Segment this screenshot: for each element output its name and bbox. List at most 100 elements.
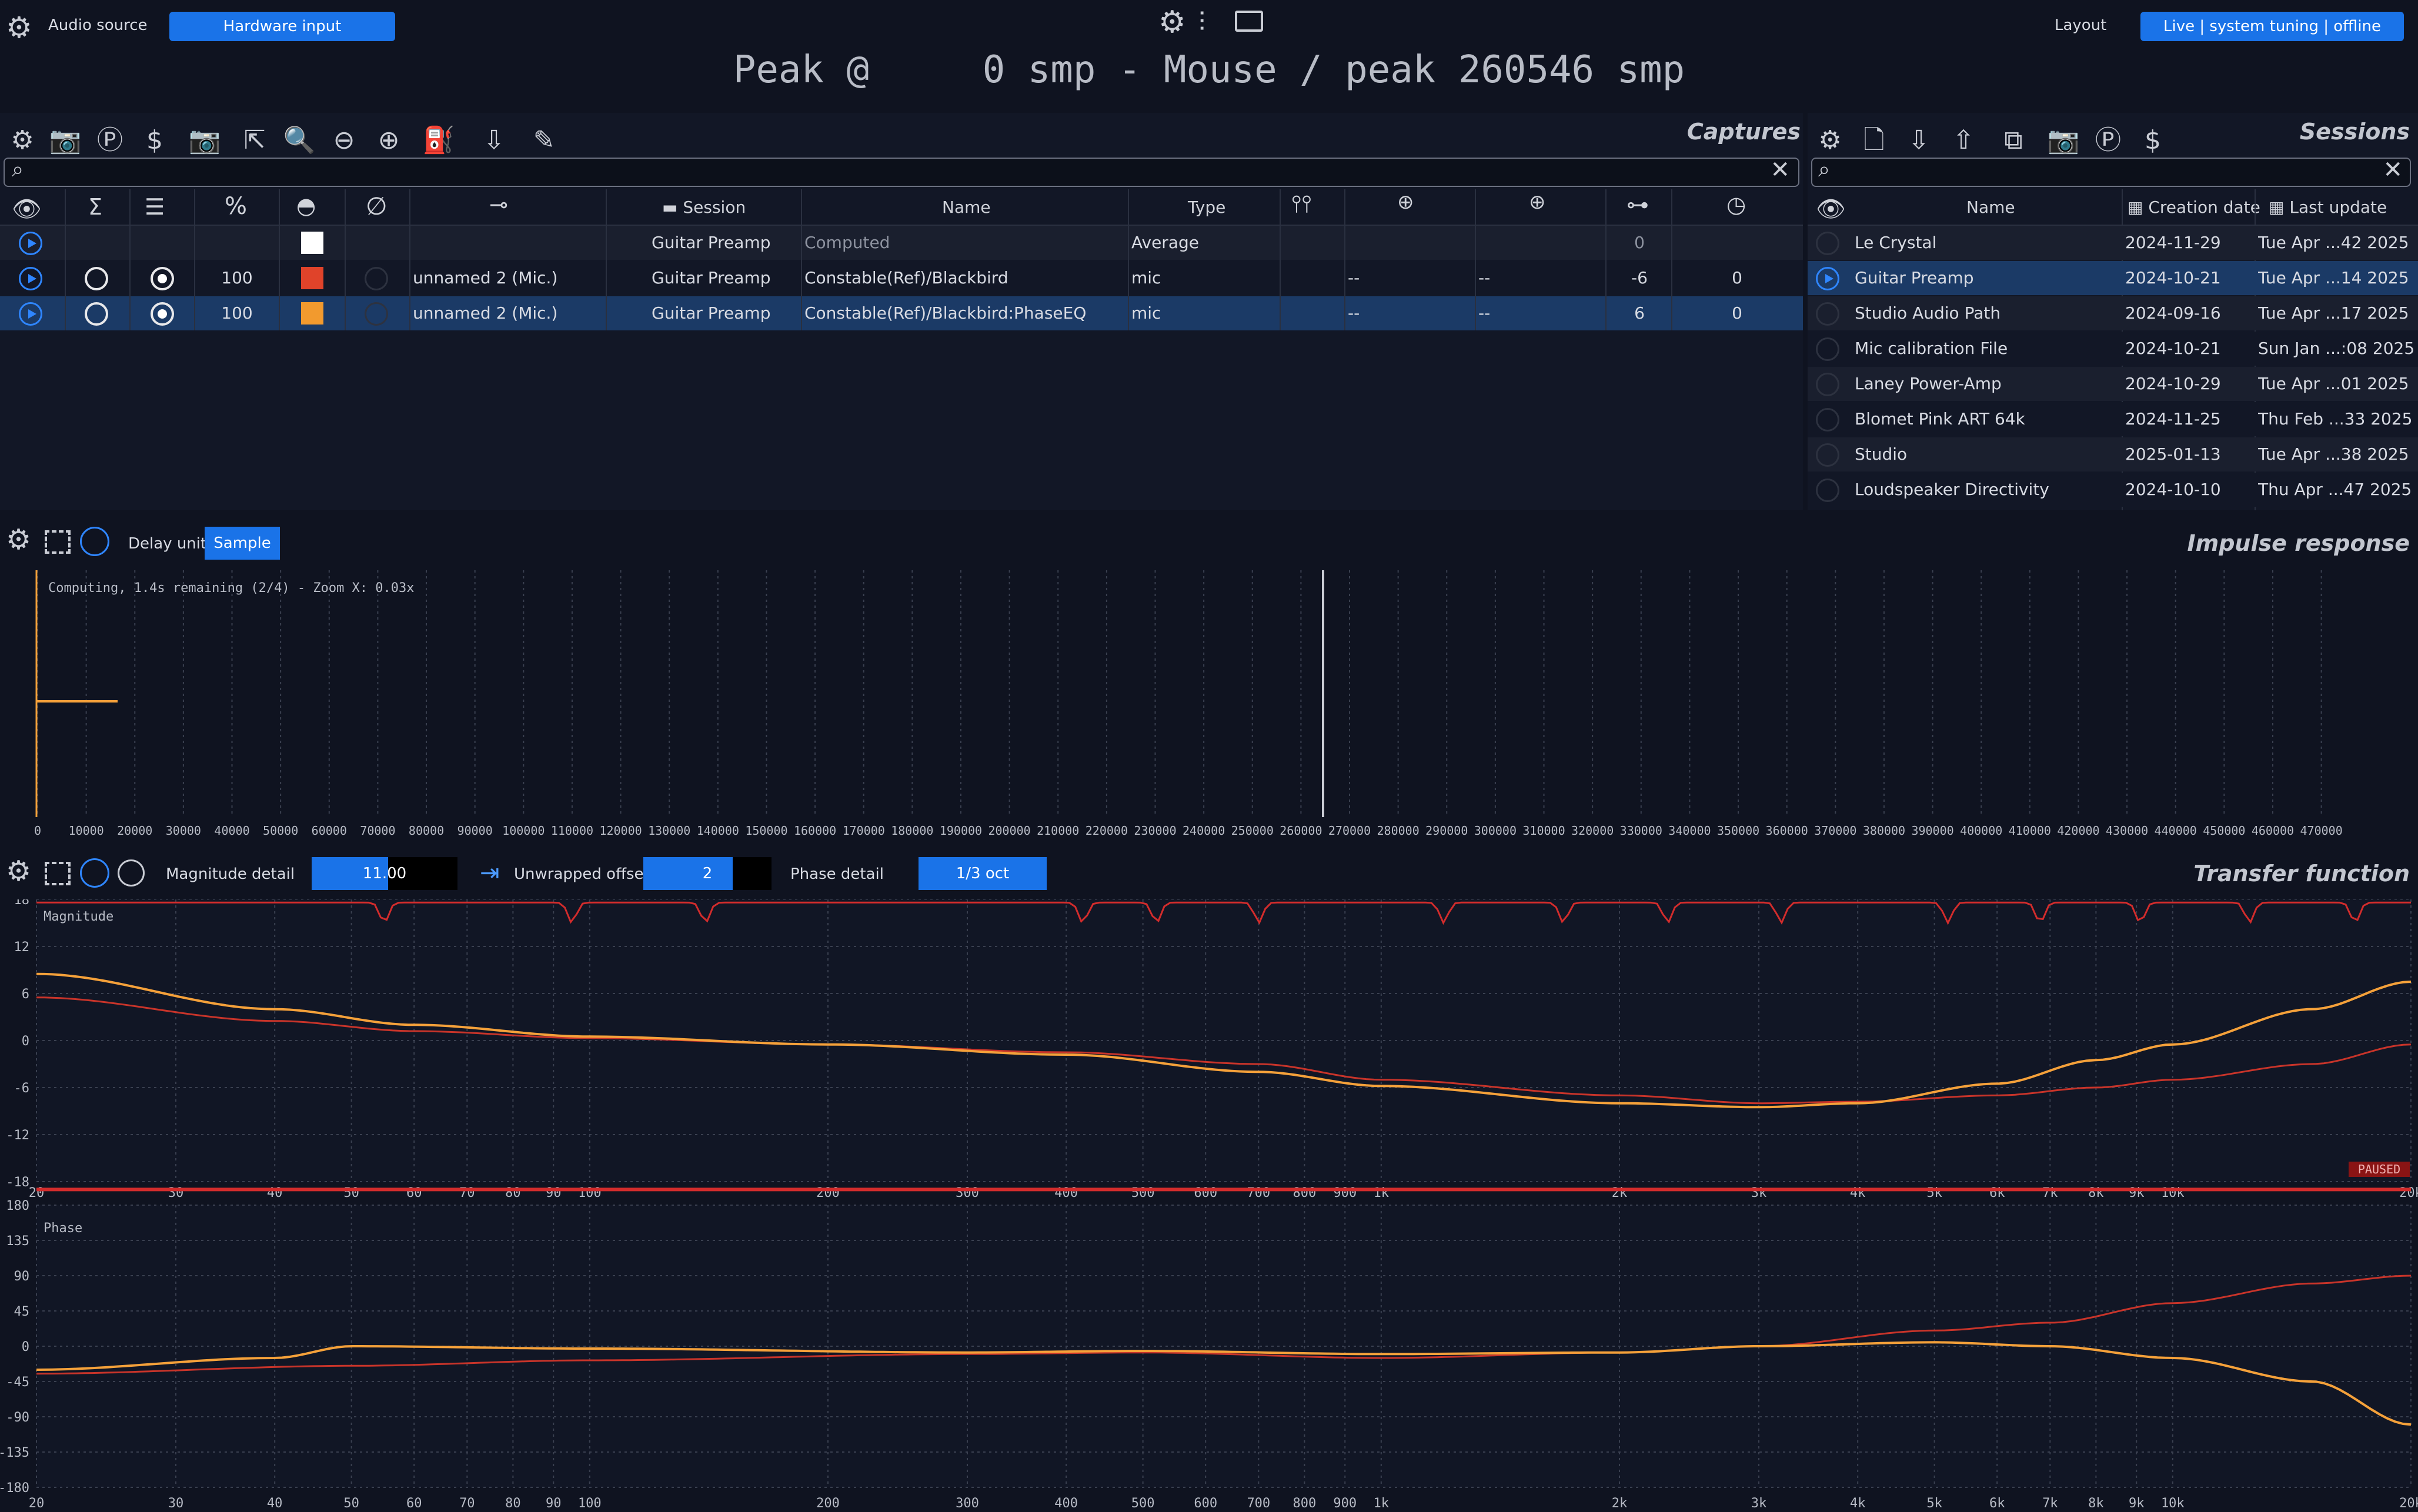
gain-cell[interactable]: 100	[221, 261, 253, 295]
col-session[interactable]: ▬ Session	[662, 198, 746, 217]
fullscreen-icon[interactable]	[45, 530, 71, 554]
session-row[interactable]: Le Crystal 2024-11-29 Tue Apr ...42 2025	[1808, 226, 2418, 260]
ref-radio[interactable]	[151, 267, 174, 290]
session-toggle[interactable]	[1816, 302, 1839, 326]
offset-cell[interactable]: -6	[1623, 261, 1656, 295]
eye-icon[interactable]: 👁	[12, 195, 42, 223]
table-row[interactable]: 100 unnamed 2 (Mic.) Guitar Preamp Const…	[0, 296, 1803, 330]
p-circle-icon[interactable]: Ⓟ	[92, 119, 128, 156]
gain-cell[interactable]: 100	[221, 296, 253, 330]
minus-circle-icon[interactable]: ⊖	[326, 125, 362, 155]
p-circle-icon[interactable]: Ⓟ	[2090, 119, 2126, 156]
gear-icon[interactable]: ⚙	[1812, 125, 1848, 155]
mute-toggle[interactable]	[365, 302, 388, 326]
session-row[interactable]: Studio 2025-01-13 Tue Apr ...38 2025	[1808, 437, 2418, 471]
unwrapped-offset-label: Unwrapped offset	[514, 865, 650, 883]
clear-icon[interactable]: ✕	[1770, 156, 1790, 183]
camera-icon[interactable]	[1235, 11, 1263, 32]
sum-checkbox[interactable]	[85, 302, 108, 326]
session-toggle[interactable]	[1816, 232, 1839, 255]
layout-button[interactable]: Live | system tuning | offline	[2140, 12, 2404, 41]
gear-icon[interactable]: ⚙	[6, 855, 31, 888]
color-swatch[interactable]	[301, 302, 323, 325]
ref-target-icon[interactable]: ⊕	[1529, 190, 1546, 214]
col-name[interactable]: Name	[1966, 198, 2015, 217]
audio-source-button[interactable]: Hardware input	[169, 12, 395, 41]
select-cursor-icon[interactable]: ⇱	[236, 125, 273, 155]
phase-detail-dropdown[interactable]: 1/3 oct	[919, 857, 1047, 890]
session-row[interactable]: Blomet Pink ART 64k 2024-11-25 Thu Feb ...…	[1808, 402, 2418, 436]
camera-icon[interactable]: 📷	[47, 125, 84, 155]
clear-icon[interactable]: ✕	[2383, 156, 2403, 183]
session-row[interactable]: Guitar Preamp 2024-10-21 Tue Apr ...14 202…	[1808, 261, 2418, 295]
play-icon[interactable]	[19, 267, 42, 290]
session-toggle[interactable]	[1816, 337, 1839, 361]
play-icon[interactable]	[1816, 267, 1839, 290]
zoom-icon[interactable]: 🔍	[281, 125, 318, 155]
color-swatch[interactable]	[301, 232, 323, 254]
play-icon[interactable]	[19, 232, 42, 255]
timer-icon[interactable]	[118, 859, 145, 887]
fullscreen-icon[interactable]	[45, 862, 71, 885]
mics-icon[interactable]: ⫯⫯	[1291, 190, 1312, 218]
paint-bucket-icon[interactable]: ⛽	[415, 125, 462, 155]
gear-icon[interactable]: ⚙	[6, 523, 31, 556]
session-row[interactable]: Loudspeaker Directivity 2024-10-10 Thu Apr…	[1808, 473, 2418, 507]
gear-icon[interactable]: ⚙	[6, 125, 39, 155]
session-row[interactable]: Mic calibration File 2024-10-21 Sun Jan ..…	[1808, 332, 2418, 366]
delay-cell[interactable]: 0	[1721, 296, 1754, 330]
color-fill-icon[interactable]: ◓	[296, 193, 316, 219]
mic-horizontal-icon[interactable]: ⊸	[489, 192, 508, 218]
delay-unit-button[interactable]: Sample	[205, 527, 280, 560]
offset-sliders-icon[interactable]: ⊶	[1627, 192, 1649, 218]
session-row[interactable]: Laney Power-Amp 2024-10-29 Tue Apr ...01 2…	[1808, 367, 2418, 401]
eye-icon[interactable]: 👁	[1816, 195, 1846, 223]
camera-icon[interactable]: 📷	[2045, 125, 2082, 155]
mixer-sliders-icon[interactable]: ⫶	[1198, 6, 1205, 39]
duplicate-icon[interactable]: ⧉	[1990, 125, 2037, 155]
plus-circle-icon[interactable]: ⊕	[370, 125, 407, 155]
captures-search-input[interactable]: ⌕ ✕	[4, 156, 1799, 187]
clock-icon[interactable]: ◷	[1726, 192, 1746, 218]
table-row[interactable]: Guitar Preamp Computed Average 0	[0, 226, 1803, 260]
session-row[interactable]: Studio Audio Path 2024-09-16 Tue Apr ...17…	[1808, 296, 2418, 330]
empty-set-icon[interactable]: ∅	[366, 192, 388, 220]
dollar-timer-icon[interactable]: $	[2135, 125, 2171, 155]
col-type[interactable]: Type	[1188, 198, 1225, 217]
camera-multi-icon[interactable]: 📷	[181, 125, 228, 155]
impulse-plot[interactable]: 0 10000 20000 30000 40000 50000 60000 70000 8000…	[0, 570, 2418, 838]
offset-cell[interactable]: 6	[1623, 296, 1656, 330]
import-file-icon[interactable]: ⇩	[470, 125, 517, 155]
live-play-icon[interactable]	[80, 858, 109, 888]
settings-gear-icon[interactable]: ⚙	[1158, 5, 1186, 40]
transfer-plots[interactable]: 2020303040405050606070708080909010010020…	[0, 899, 2418, 1512]
sum-icon[interactable]: Σ	[88, 194, 102, 220]
edit-icon[interactable]: ✎	[526, 125, 562, 155]
session-toggle[interactable]	[1816, 408, 1839, 431]
session-toggle[interactable]	[1816, 373, 1839, 396]
ref-radio[interactable]	[151, 302, 174, 326]
col-creation-date[interactable]: ▦ Creation date	[2128, 198, 2260, 217]
sum-checkbox[interactable]	[85, 267, 108, 290]
magnitude-detail-slider[interactable]: 11.00	[312, 857, 457, 890]
mic-target-icon[interactable]: ⊕	[1397, 190, 1414, 214]
gear-icon[interactable]: ⚙	[6, 11, 32, 45]
table-row[interactable]: 100 unnamed 2 (Mic.) Guitar Preamp Const…	[0, 261, 1803, 295]
live-play-icon[interactable]	[80, 527, 109, 556]
sessions-search-input[interactable]: ⌕ ✕	[1811, 156, 2411, 187]
offset-cell[interactable]: 0	[1623, 226, 1656, 260]
col-name[interactable]: Name	[942, 198, 991, 217]
export-icon[interactable]: ⇧	[1945, 125, 1982, 155]
align-icon[interactable]: ☰	[145, 194, 165, 220]
session-toggle[interactable]	[1816, 443, 1839, 467]
delay-cell[interactable]: 0	[1721, 261, 1754, 295]
play-icon[interactable]	[19, 302, 42, 326]
import-icon[interactable]: ⇩	[1901, 125, 1937, 155]
color-swatch[interactable]	[301, 267, 323, 289]
percent-icon[interactable]: %	[225, 193, 247, 220]
session-toggle[interactable]	[1816, 479, 1839, 502]
mute-toggle[interactable]	[365, 267, 388, 290]
col-last-update[interactable]: ▦ Last update	[2269, 198, 2387, 217]
dollar-timer-icon[interactable]: $	[136, 125, 173, 155]
unwrapped-offset-slider[interactable]: 2	[643, 857, 772, 890]
